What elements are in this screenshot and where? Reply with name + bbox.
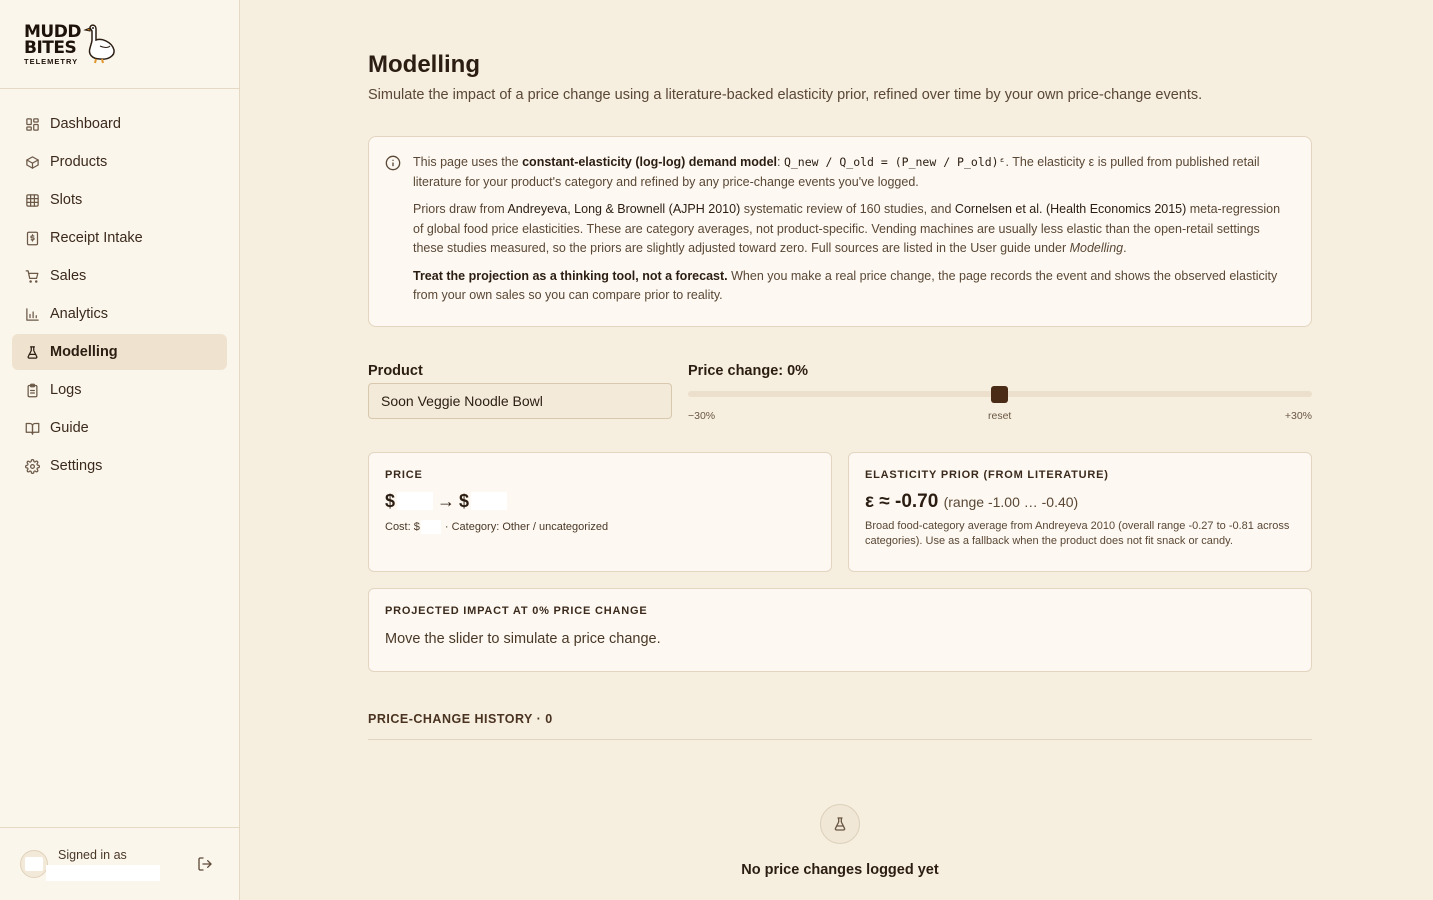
- arrow-right-icon: →: [437, 490, 456, 511]
- empty-message: No price changes logged yet: [741, 861, 939, 878]
- cart-icon: [24, 268, 40, 284]
- sidebar-item-guide[interactable]: Guide: [12, 410, 227, 446]
- elasticity-description: Broad food-category average from Andreye…: [865, 519, 1290, 547]
- clipboard-icon: [24, 382, 40, 398]
- sidebar-item-logs[interactable]: Logs: [12, 372, 227, 408]
- sidebar-item-label: Settings: [50, 458, 103, 474]
- projected-impact-card: PROJECTED IMPACT AT 0% PRICE CHANGE Move…: [368, 587, 1312, 672]
- slider-reset-link[interactable]: reset: [988, 410, 1011, 422]
- grid-icon: [24, 192, 40, 208]
- gear-icon: [24, 458, 40, 474]
- brand-logo[interactable]: MUDD BITES TELEMETRY: [0, 0, 239, 89]
- info-icon: [385, 155, 401, 171]
- currency-symbol-new: $: [459, 490, 470, 511]
- sidebar-item-label: Guide: [50, 420, 89, 436]
- sidebar-item-modelling[interactable]: Modelling: [12, 334, 227, 370]
- elasticity-value: ε ≈ -0.70: [865, 490, 939, 512]
- receipt-icon: [24, 230, 40, 246]
- slider-min-label: −30%: [688, 409, 716, 422]
- box-icon: [24, 154, 40, 170]
- sidebar-item-slots[interactable]: Slots: [12, 182, 227, 218]
- user-email: [46, 864, 160, 881]
- old-price-value: [397, 492, 434, 510]
- impact-card-title: PROJECTED IMPACT AT 0% PRICE CHANGE: [385, 604, 648, 617]
- sidebar-item-sales[interactable]: Sales: [12, 258, 227, 294]
- sidebar-item-label: Sales: [50, 268, 87, 284]
- product-label: Product: [368, 362, 423, 379]
- sidebar-item-label: Analytics: [50, 306, 109, 322]
- sidebar: MUDD BITES TELEMETRY Dashboard Products Sl…: [0, 0, 240, 900]
- sidebar-item-label: Modelling: [50, 344, 118, 360]
- slider-thumb[interactable]: [991, 385, 1008, 403]
- page-title: Modelling: [368, 51, 480, 78]
- new-price-value: [471, 492, 508, 510]
- sidebar-item-dashboard[interactable]: Dashboard: [12, 106, 227, 142]
- brand-sub: TELEMETRY: [24, 57, 79, 66]
- sidebar-item-products[interactable]: Products: [12, 144, 227, 180]
- price-card-title: PRICE: [385, 468, 423, 481]
- dashboard-icon: [24, 116, 40, 132]
- sidebar-item-label: Logs: [50, 382, 82, 398]
- elasticity-range: (range -1.00 … -0.40): [943, 493, 1079, 510]
- sidebar-item-analytics[interactable]: Analytics: [12, 296, 227, 332]
- sidebar-nav: Dashboard Products Slots Receipt Intake Sale…: [0, 89, 239, 484]
- logout-icon[interactable]: [197, 856, 213, 872]
- slider-max-label: +30%: [1284, 409, 1312, 422]
- info-panel: This page uses the constant-elasticity (…: [368, 136, 1312, 327]
- cost-value: [420, 519, 441, 534]
- sidebar-item-label: Slots: [50, 192, 83, 208]
- price-change-slider[interactable]: [688, 380, 1312, 408]
- elasticity-card: ELASTICITY PRIOR (FROM LITERATURE) ε ≈ -…: [848, 451, 1312, 572]
- sidebar-item-label: Dashboard: [50, 116, 121, 132]
- info-sources-paragraph: Priors draw from Andreyeva, Long & Brown…: [413, 202, 1281, 255]
- page-subtitle: Simulate the impact of a price change us…: [368, 87, 1203, 103]
- currency-symbol: $: [385, 490, 396, 511]
- bar-chart-icon: [24, 306, 40, 322]
- book-icon: [24, 420, 40, 436]
- sidebar-item-receipt-intake[interactable]: Receipt Intake: [12, 220, 227, 256]
- main-content: Modelling Simulate the impact of a price…: [368, 0, 1312, 878]
- price-card: PRICE $ → $ Cost: $ · Category: Other / …: [368, 451, 832, 572]
- brand-line2: BITES: [24, 38, 77, 58]
- avatar[interactable]: [20, 850, 48, 878]
- info-disclaimer-paragraph: Treat the projection as a thinking tool,…: [413, 268, 1278, 303]
- sidebar-item-settings[interactable]: Settings: [12, 448, 227, 484]
- cost-label: Cost: $: [385, 520, 420, 533]
- product-select[interactable]: Soon Veggie Noodle Bowl: [368, 382, 672, 419]
- signed-in-label: Signed in as: [58, 847, 127, 862]
- sidebar-item-label: Products: [50, 154, 108, 170]
- goose-icon: [83, 24, 115, 64]
- model-formula: Q_new / Q_old = (P_new / P_old)ᵋ: [783, 155, 1006, 169]
- info-model-paragraph: This page uses the constant-elasticity (…: [413, 155, 1260, 189]
- flask-icon: [820, 803, 860, 844]
- impact-message: Move the slider to simulate a price chan…: [385, 630, 661, 647]
- source-andreyeva: Andreyeva, Long & Brownell (AJPH 2010): [507, 202, 741, 216]
- sidebar-item-label: Receipt Intake: [50, 230, 143, 246]
- source-cornelsen: Cornelsen et al. (Health Economics 2015): [954, 202, 1187, 216]
- elasticity-card-title: ELASTICITY PRIOR (FROM LITERATURE): [865, 468, 1109, 481]
- user-panel: Signed in as: [0, 827, 239, 900]
- category-label: · Category: Other / uncategorized: [444, 520, 609, 533]
- product-select-value: Soon Veggie Noodle Bowl: [381, 392, 543, 409]
- flask-icon: [24, 344, 40, 360]
- price-change-label: Price change: 0%: [688, 362, 809, 379]
- history-heading: PRICE-CHANGE HISTORY · 0: [368, 712, 1312, 740]
- history-empty-state: No price changes logged yet: [368, 803, 1312, 878]
